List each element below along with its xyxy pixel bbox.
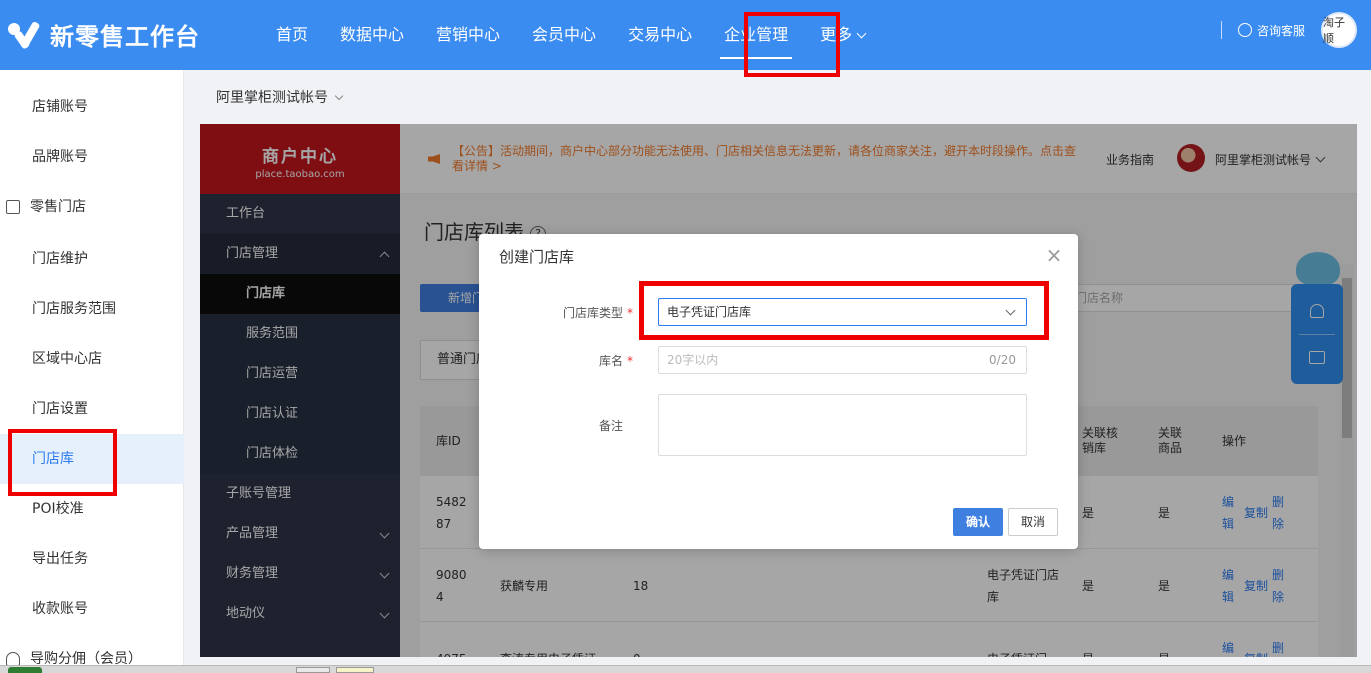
os-taskbar	[0, 665, 1371, 673]
sidebar-item-regional-center[interactable]: 区域中心店	[0, 334, 184, 384]
required-mark: *	[627, 354, 633, 368]
nav-trade-center[interactable]: 交易中心	[612, 0, 708, 70]
highlight-box-select	[639, 281, 1049, 340]
nav-data-center[interactable]: 数据中心	[324, 0, 420, 70]
chevron-down-icon	[856, 28, 867, 39]
nav-member-center[interactable]: 会员中心	[516, 0, 612, 70]
cancel-button[interactable]: 取消	[1008, 508, 1058, 536]
sidebar-item-export-tasks[interactable]: 导出任务	[0, 534, 184, 584]
sidebar-group-retail-store[interactable]: 零售门店	[0, 182, 184, 232]
sidebar-item-store-settings[interactable]: 门店设置	[0, 384, 184, 434]
highlight-box-sidebar	[8, 429, 117, 496]
dialog-title: 创建门店库	[499, 248, 575, 266]
nav-marketing-center[interactable]: 营销中心	[420, 0, 516, 70]
highlight-box-nav	[744, 12, 840, 77]
app-name: 新零售工作台	[50, 22, 200, 51]
account-switcher[interactable]: 阿里掌柜测试帐号	[216, 87, 344, 107]
top-right-tools: 咨询客服 淘子顺	[1220, 12, 1357, 48]
logo-icon	[8, 17, 42, 51]
label-text: 门店库类型	[562, 306, 623, 320]
input-placeholder: 20字以内	[667, 353, 719, 367]
divider	[1220, 21, 1222, 39]
account-name: 阿里掌柜测试帐号	[216, 90, 328, 106]
taskbar-app[interactable]	[8, 667, 42, 673]
app-logo[interactable]: 新零售工作台	[8, 14, 200, 54]
taskbar-app[interactable]	[336, 667, 374, 673]
name-field-label: 库名 *	[483, 352, 633, 369]
people-icon	[6, 652, 20, 666]
nav-home[interactable]: 首页	[260, 0, 324, 70]
close-icon[interactable]: ×	[1045, 245, 1063, 265]
sidebar-item-store-maintenance[interactable]: 门店维护	[0, 234, 184, 284]
left-sidebar: 店铺账号 品牌账号 零售门店 门店维护 门店服务范围 区域中心店 门店设置 门店…	[0, 70, 184, 673]
taskbar-app[interactable]	[296, 667, 330, 673]
customer-service-icon[interactable]	[1237, 23, 1252, 37]
remark-field-label: 备注	[598, 419, 623, 433]
top-navigation-bar: 新零售工作台 首页 数据中心 营销中心 会员中心 交易中心 企业管理 更多 咨询…	[0, 0, 1371, 70]
required-mark: *	[627, 306, 633, 320]
confirm-button[interactable]: 确认	[953, 508, 1003, 536]
sidebar-group-label: 零售门店	[30, 199, 86, 215]
sidebar-item-service-range[interactable]: 门店服务范围	[0, 284, 184, 334]
sidebar-item-shop-account[interactable]: 店铺账号	[0, 82, 184, 132]
sidebar-item-payment-account[interactable]: 收款账号	[0, 584, 184, 634]
customer-service-link[interactable]: 咨询客服	[1257, 22, 1305, 39]
char-counter: 0/20	[989, 353, 1016, 367]
user-avatar[interactable]: 淘子顺	[1321, 12, 1357, 48]
sidebar-item-brand-account[interactable]: 品牌账号	[0, 132, 184, 182]
library-name-input[interactable]: 20字以内 0/20	[658, 346, 1027, 374]
type-field-label: 门店库类型 *	[483, 304, 633, 321]
chevron-down-icon	[334, 91, 344, 101]
label-text: 库名	[598, 354, 623, 368]
store-icon	[6, 200, 20, 214]
remark-textarea[interactable]	[658, 394, 1027, 456]
